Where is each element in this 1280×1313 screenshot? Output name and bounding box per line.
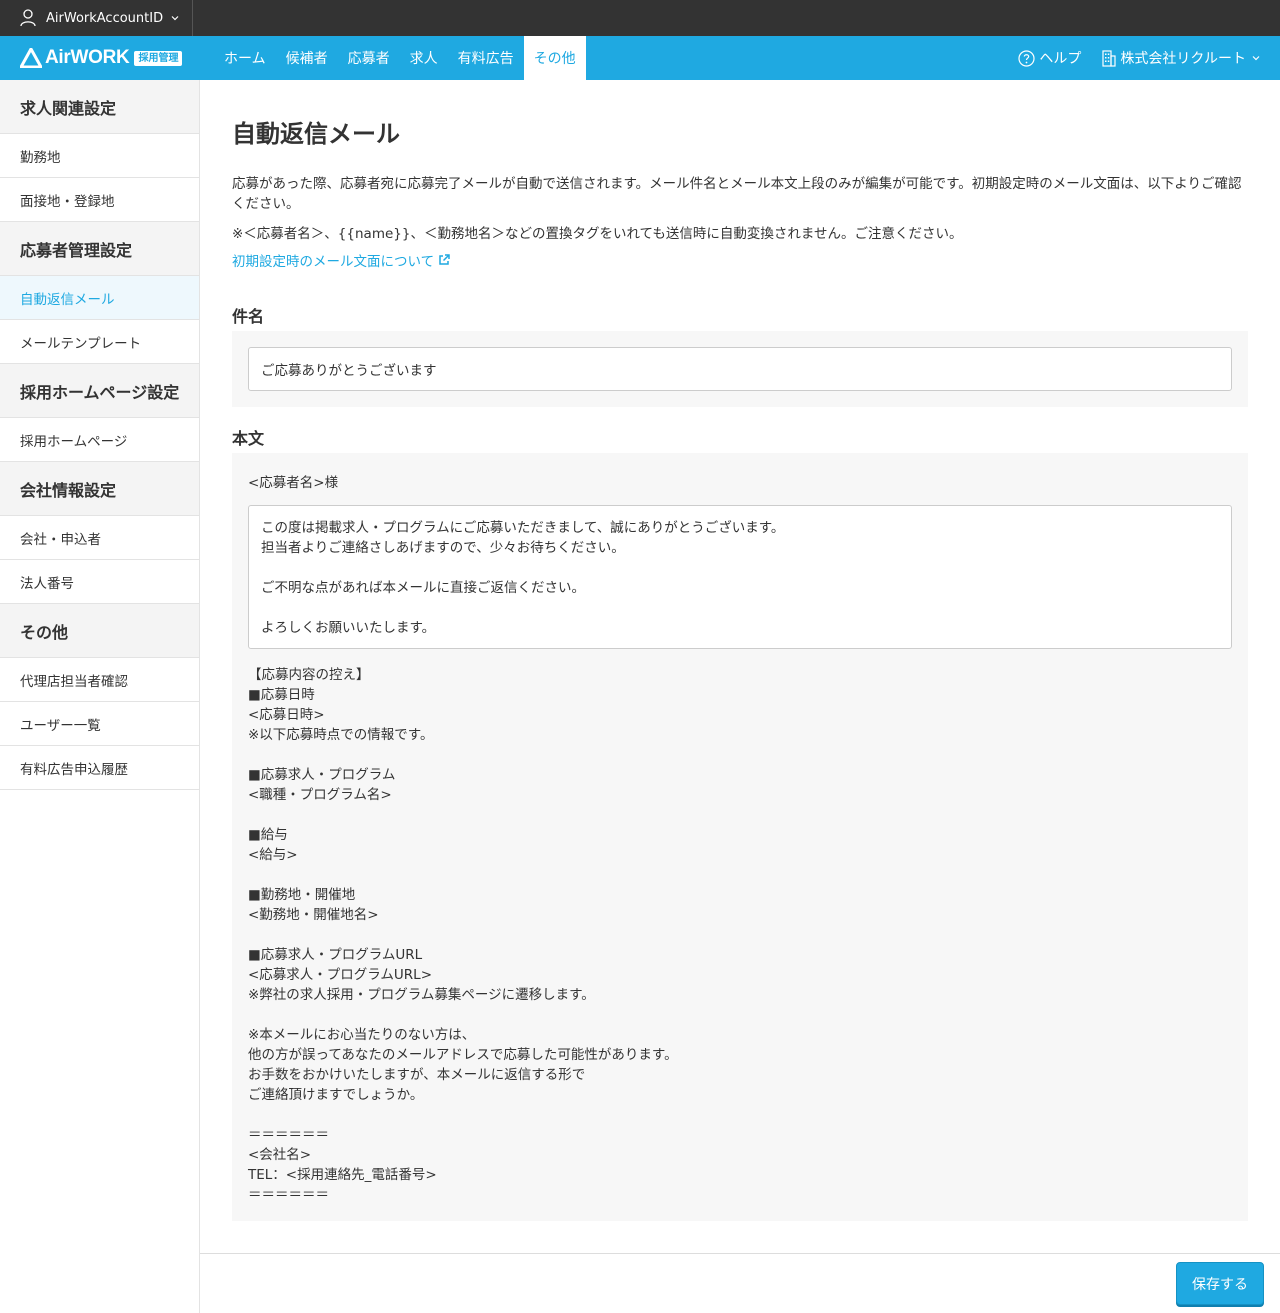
sidebar-section-company-settings: 会社情報設定 [0,462,199,516]
sidebar-item-company-applicant[interactable]: 会社・申込者 [0,516,199,560]
sidebar-section-other: その他 [0,604,199,658]
sidebar-item-corporate-number[interactable]: 法人番号 [0,560,199,604]
subject-label: 件名 [232,307,265,326]
page-title: 自動返信メール [232,120,400,148]
subject-panel [232,331,1248,407]
global-nav: AirWORK 採用管理 ホーム 候補者 応募者 求人 有料広告 その他 ヘルプ… [0,36,1280,80]
default-mail-link[interactable]: 初期設定時のメール文面について [232,250,450,270]
subject-input[interactable] [248,347,1232,391]
chevron-down-icon [1252,56,1260,61]
replacement-tag-note: ※＜応募者名＞、{{name}}、＜勤務地名＞などの置換タグをいれても送信時に自… [232,226,963,242]
tab-home[interactable]: ホーム [214,36,276,80]
page-description: 応募があった際、応募者宛に応募完了メールが自動で送信されます。メール件名とメール… [232,176,1242,212]
sidebar-item-paid-ad-history[interactable]: 有料広告申込履歴 [0,746,199,790]
tab-other[interactable]: その他 [523,36,586,80]
tab-paid-ads[interactable]: 有料広告 [448,36,524,80]
company-name: 株式会社リクルート [1120,51,1246,67]
footer-bar: 保存する [200,1253,1280,1313]
account-id: AirWorkAccountID [46,10,164,26]
sidebar-section-applicant-settings: 応募者管理設定 [0,222,199,276]
account-switcher[interactable]: AirWorkAccountID [0,0,193,36]
logo-wordmark: AirWORK [45,47,130,68]
sidebar-item-agency-contact[interactable]: 代理店担当者確認 [0,658,199,702]
body-label: 本文 [232,429,265,448]
sidebar-section-homepage-settings: 採用ホームページ設定 [0,364,199,418]
company-menu[interactable]: 株式会社リクルート [1101,48,1260,68]
account-bar: AirWorkAccountID [0,0,1280,36]
help-label: ヘルプ [1039,51,1082,67]
building-icon [1102,49,1117,67]
sidebar-item-work-location[interactable]: 勤務地 [0,134,199,178]
save-button[interactable]: 保存する [1176,1262,1264,1305]
sidebar-section-job-settings: 求人関連設定 [0,80,199,134]
tab-candidates[interactable]: 候補者 [276,36,338,80]
sidebar-item-mail-template[interactable]: メールテンプレート [0,320,199,364]
sidebar-item-interview-location[interactable]: 面接地・登録地 [0,178,199,222]
airwork-logo-icon [20,48,42,68]
help-icon [1018,49,1036,67]
airwork-logo[interactable]: AirWORK 採用管理 [20,47,183,68]
chevron-down-icon [171,16,179,21]
fixed-body-text: 【応募内容の控え】 ■応募日時 <応募日時> ※以下応募時点での情報です。 ■応… [248,667,678,1203]
logo-badge: 採用管理 [134,50,183,66]
tab-jobs[interactable]: 求人 [400,36,448,80]
sidebar-item-auto-reply[interactable]: 自動返信メール [0,276,199,320]
external-link-icon [439,254,450,265]
default-mail-link-label: 初期設定時のメール文面について [232,254,435,270]
tab-applicants[interactable]: 応募者 [338,36,400,80]
greeting-line: <応募者名>様 [248,475,339,491]
user-icon [20,9,36,27]
help-link[interactable]: ヘルプ [1018,48,1081,68]
nav-tabs: ホーム 候補者 応募者 求人 有料広告 その他 [214,36,586,80]
sidebar-item-homepage[interactable]: 採用ホームページ [0,418,199,462]
settings-sidebar: 求人関連設定 勤務地 面接地・登録地 応募者管理設定 自動返信メール メールテン… [0,80,200,1313]
sidebar-item-user-list[interactable]: ユーザー一覧 [0,702,199,746]
body-panel: <応募者名>様 【応募内容の控え】 ■応募日時 <応募日時> ※以下応募時点での… [232,453,1248,1221]
body-textarea[interactable] [248,505,1232,649]
